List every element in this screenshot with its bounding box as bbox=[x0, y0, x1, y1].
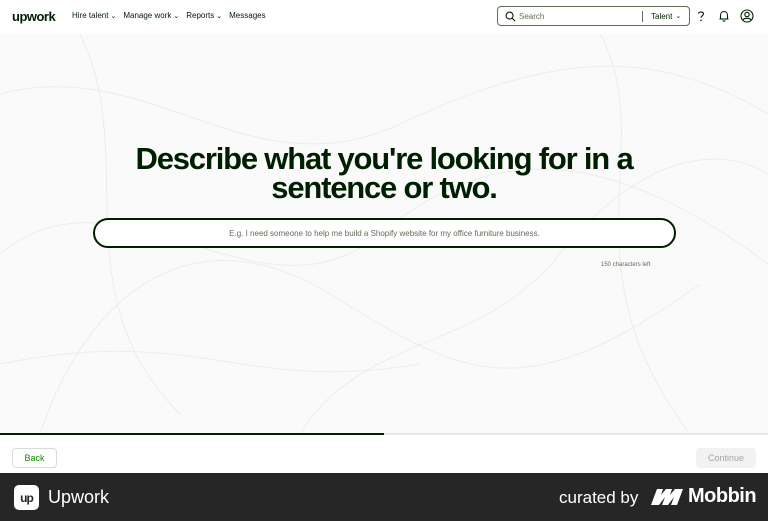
progress-fill bbox=[0, 433, 384, 435]
mobbin-footer: up Upwork curated by Mobbin bbox=[0, 473, 768, 521]
mobbin-wordmark: Mobbin bbox=[688, 485, 757, 507]
notification-bell-icon[interactable] bbox=[717, 9, 731, 23]
nav-manage-work[interactable]: Manage work ⌄ bbox=[123, 11, 179, 20]
progress-bar bbox=[0, 433, 768, 435]
main-nav: Hire talent ⌄ Manage work ⌄ Reports ⌄ Messa… bbox=[72, 11, 273, 20]
upwork-logo[interactable]: upwork bbox=[12, 9, 56, 24]
page-headline: Describe what you're looking for in a se… bbox=[135, 141, 634, 205]
character-counter: 150 characters left bbox=[601, 262, 651, 268]
nav-manage-work-label: Manage work bbox=[123, 11, 172, 20]
back-button[interactable]: Back bbox=[12, 448, 57, 468]
nav-hire-talent[interactable]: Hire talent ⌄ bbox=[72, 11, 116, 20]
search-icon bbox=[505, 11, 516, 21]
upwork-app-icon: up bbox=[14, 485, 39, 510]
nav-messages-label: Messages bbox=[229, 11, 266, 20]
search-bar: Talent⌄ bbox=[497, 6, 690, 26]
upwork-app-icon-mark: up bbox=[20, 490, 34, 505]
nav-hire-talent-label: Hire talent bbox=[72, 11, 109, 20]
nav-reports-label: Reports bbox=[186, 11, 215, 20]
search-divider bbox=[642, 10, 643, 22]
nav-messages[interactable]: Messages bbox=[229, 11, 265, 20]
user-avatar-icon[interactable] bbox=[740, 9, 754, 23]
search-input[interactable] bbox=[519, 11, 637, 21]
chevron-down-icon: ⌄ bbox=[173, 12, 180, 20]
mobbin-logo-icon bbox=[651, 489, 683, 505]
search-type-dropdown[interactable]: Talent ⌄ bbox=[651, 12, 681, 21]
chevron-down-icon: ⌄ bbox=[675, 13, 682, 20]
chevron-down-icon: ⌄ bbox=[110, 12, 117, 20]
description-input[interactable] bbox=[114, 228, 655, 238]
nav-reports[interactable]: Reports ⌄ bbox=[186, 11, 222, 20]
curated-by-label: curated by bbox=[559, 488, 639, 507]
help-icon[interactable] bbox=[694, 9, 708, 23]
top-navigation-bar: upwork Hire talent ⌄ Manage work ⌄ Reports… bbox=[0, 0, 768, 34]
search-type-label: Talent bbox=[651, 11, 673, 21]
description-field[interactable] bbox=[93, 218, 676, 248]
continue-button[interactable]: Continue bbox=[696, 448, 756, 468]
footer-brand-name: Upwork bbox=[48, 487, 110, 507]
chevron-down-icon: ⌄ bbox=[216, 12, 223, 20]
